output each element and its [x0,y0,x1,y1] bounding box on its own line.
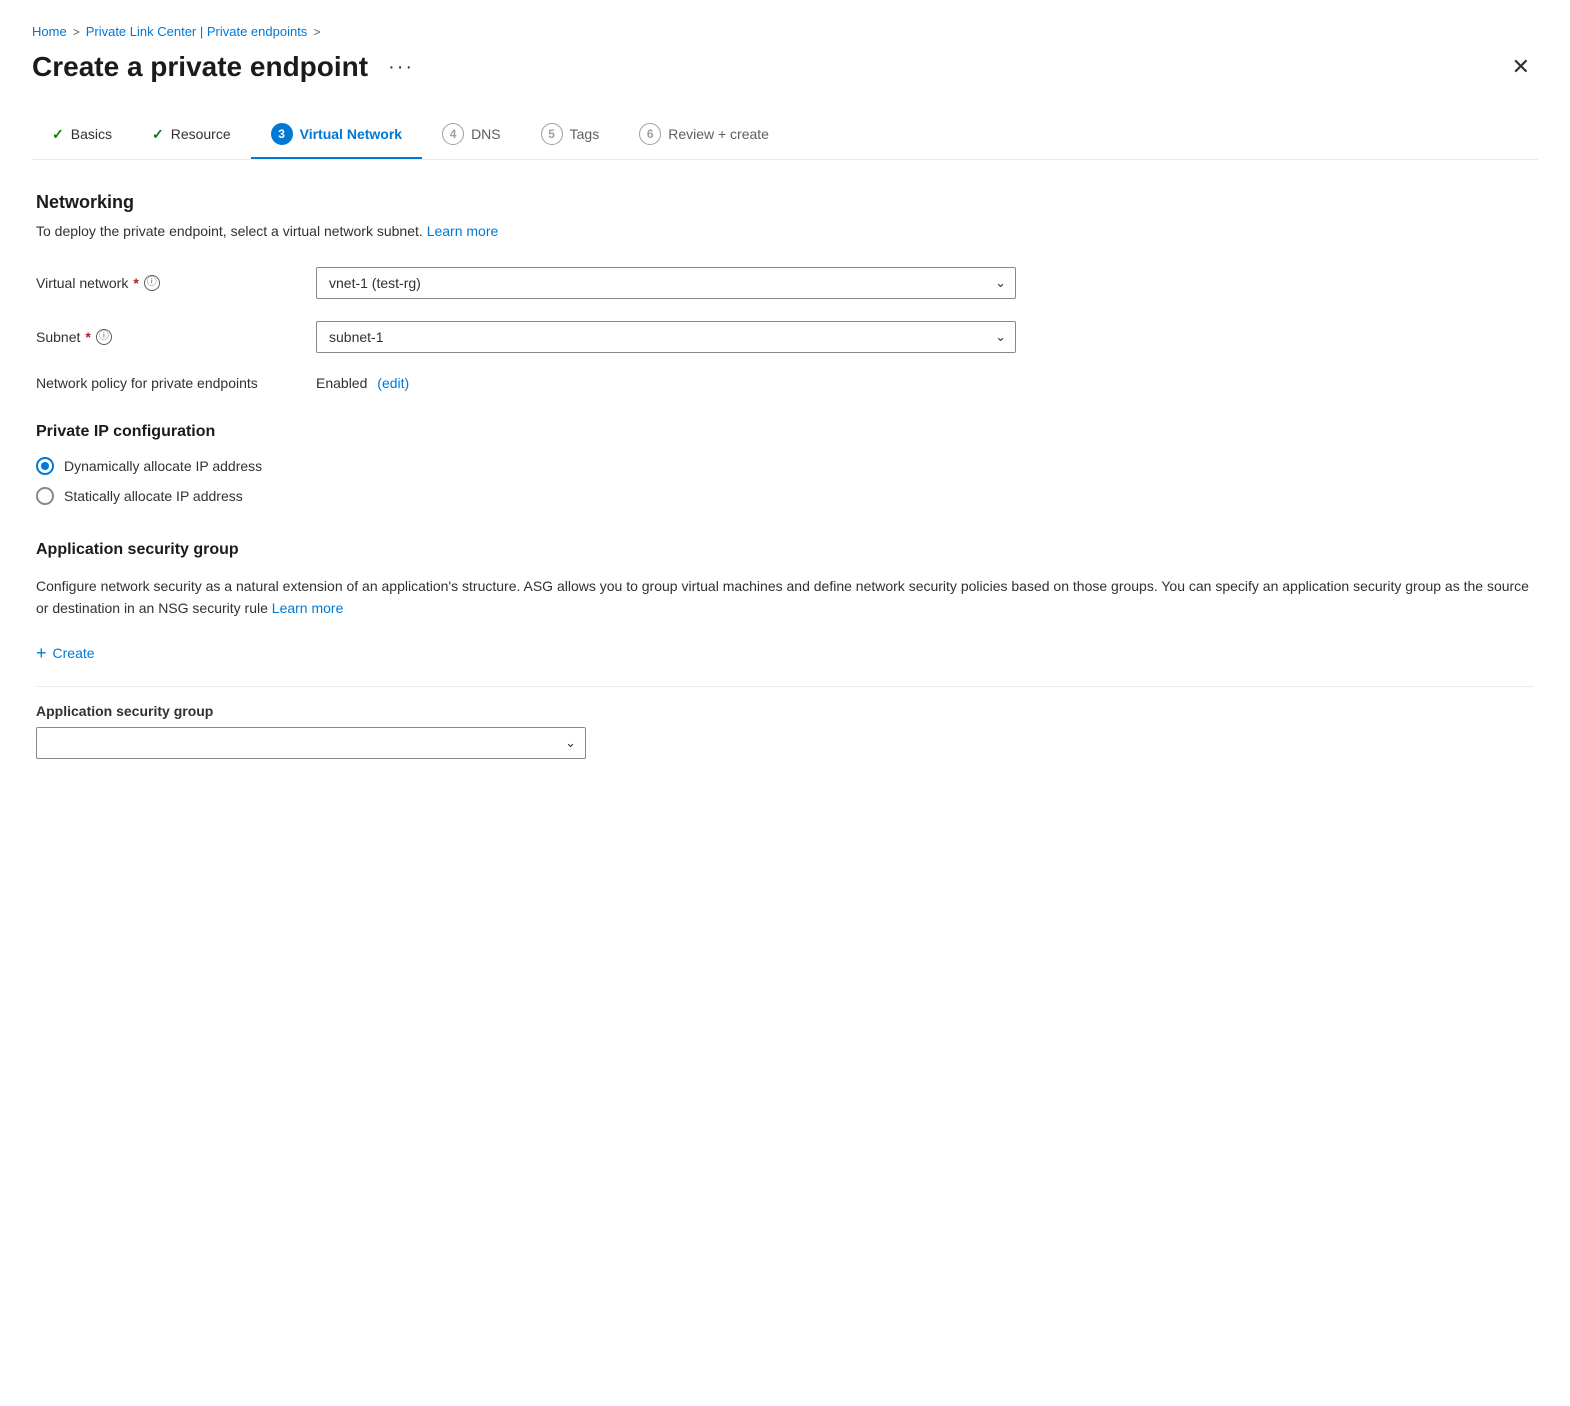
asg-section: Application security group Configure net… [36,541,1534,759]
radio-dynamic-input[interactable] [36,457,54,475]
tab-review-number: 6 [639,123,661,145]
tab-resource[interactable]: ✓ Resource [132,114,251,157]
radio-static-input[interactable] [36,487,54,505]
virtual-network-select-wrapper: vnet-1 (test-rg) ⌄ [316,267,1016,299]
tab-virtual-network[interactable]: 3 Virtual Network [251,111,422,159]
private-ip-radio-group: Dynamically allocate IP address Statical… [36,457,1534,505]
radio-dynamic[interactable]: Dynamically allocate IP address [36,457,1534,475]
network-policy-value: Enabled (edit) [316,375,409,391]
virtual-network-control: vnet-1 (test-rg) ⌄ [316,267,1016,299]
virtual-network-label: Virtual network * ⓘ [36,275,316,291]
content-section: Networking To deploy the private endpoin… [32,192,1538,759]
subnet-required: * [85,329,90,345]
breadcrumb-sep1: > [73,25,80,39]
asg-field-label: Application security group [36,703,1534,719]
tab-tags[interactable]: 5 Tags [521,111,620,159]
subnet-control: subnet-1 ⌄ [316,321,1016,353]
more-options-button[interactable]: ··· [380,52,422,83]
breadcrumb-sep2: > [313,25,320,39]
subnet-select[interactable]: subnet-1 [316,321,1016,353]
page-header: Create a private endpoint ··· ✕ [32,51,1538,83]
tab-resource-label: Resource [171,126,231,142]
virtual-network-row: Virtual network * ⓘ vnet-1 (test-rg) ⌄ [36,267,1534,299]
asg-divider [36,686,1534,687]
page-title: Create a private endpoint [32,51,368,83]
breadcrumb-home[interactable]: Home [32,24,67,39]
networking-learn-more[interactable]: Learn more [427,223,499,239]
network-policy-edit[interactable]: (edit) [377,375,409,391]
tab-basics-check: ✓ [52,126,64,143]
networking-desc: To deploy the private endpoint, select a… [36,223,1534,239]
radio-dynamic-label: Dynamically allocate IP address [64,458,262,474]
vnet-info-icon[interactable]: ⓘ [144,275,160,291]
asg-select-wrapper: ⌄ [36,727,586,759]
networking-title: Networking [36,192,1534,213]
tab-tags-number: 5 [541,123,563,145]
subnet-info-icon[interactable]: ⓘ [96,329,112,345]
tab-vnet-label: Virtual Network [300,126,402,142]
asg-desc: Configure network security as a natural … [36,575,1534,620]
asg-title: Application security group [36,541,1534,559]
virtual-network-select[interactable]: vnet-1 (test-rg) [316,267,1016,299]
tab-vnet-number: 3 [271,123,293,145]
subnet-label: Subnet * ⓘ [36,329,316,345]
private-ip-title: Private IP configuration [36,423,1534,441]
subnet-row: Subnet * ⓘ subnet-1 ⌄ [36,321,1534,353]
tab-review-create[interactable]: 6 Review + create [619,111,789,159]
tab-dns-label: DNS [471,126,501,142]
close-button[interactable]: ✕ [1504,52,1538,82]
tab-basics-label: Basics [71,126,112,142]
wizard-tabs: ✓ Basics ✓ Resource 3 Virtual Network 4 … [32,111,1538,160]
asg-field: Application security group ⌄ [36,686,1534,759]
vnet-required: * [133,275,138,291]
radio-dynamic-dot [41,462,49,470]
asg-create-button[interactable]: + Create [36,640,95,666]
asg-select[interactable] [36,727,586,759]
radio-static[interactable]: Statically allocate IP address [36,487,1534,505]
subnet-select-wrapper: subnet-1 ⌄ [316,321,1016,353]
network-policy-row: Network policy for private endpoints Ena… [36,375,1534,391]
asg-create-plus-icon: + [36,644,47,662]
networking-section: Networking To deploy the private endpoin… [36,192,1534,239]
breadcrumb: Home > Private Link Center | Private end… [32,16,1538,39]
tab-dns-number: 4 [442,123,464,145]
network-policy-label: Network policy for private endpoints [36,375,316,391]
tab-basics[interactable]: ✓ Basics [32,114,132,157]
tab-dns[interactable]: 4 DNS [422,111,521,159]
radio-static-label: Statically allocate IP address [64,488,243,504]
asg-learn-more[interactable]: Learn more [272,600,344,616]
tab-resource-check: ✓ [152,126,164,143]
tab-tags-label: Tags [570,126,600,142]
breadcrumb-private-link[interactable]: Private Link Center | Private endpoints [86,24,308,39]
tab-review-label: Review + create [668,126,769,142]
private-ip-section: Private IP configuration Dynamically all… [36,423,1534,505]
asg-create-label: Create [53,645,95,661]
